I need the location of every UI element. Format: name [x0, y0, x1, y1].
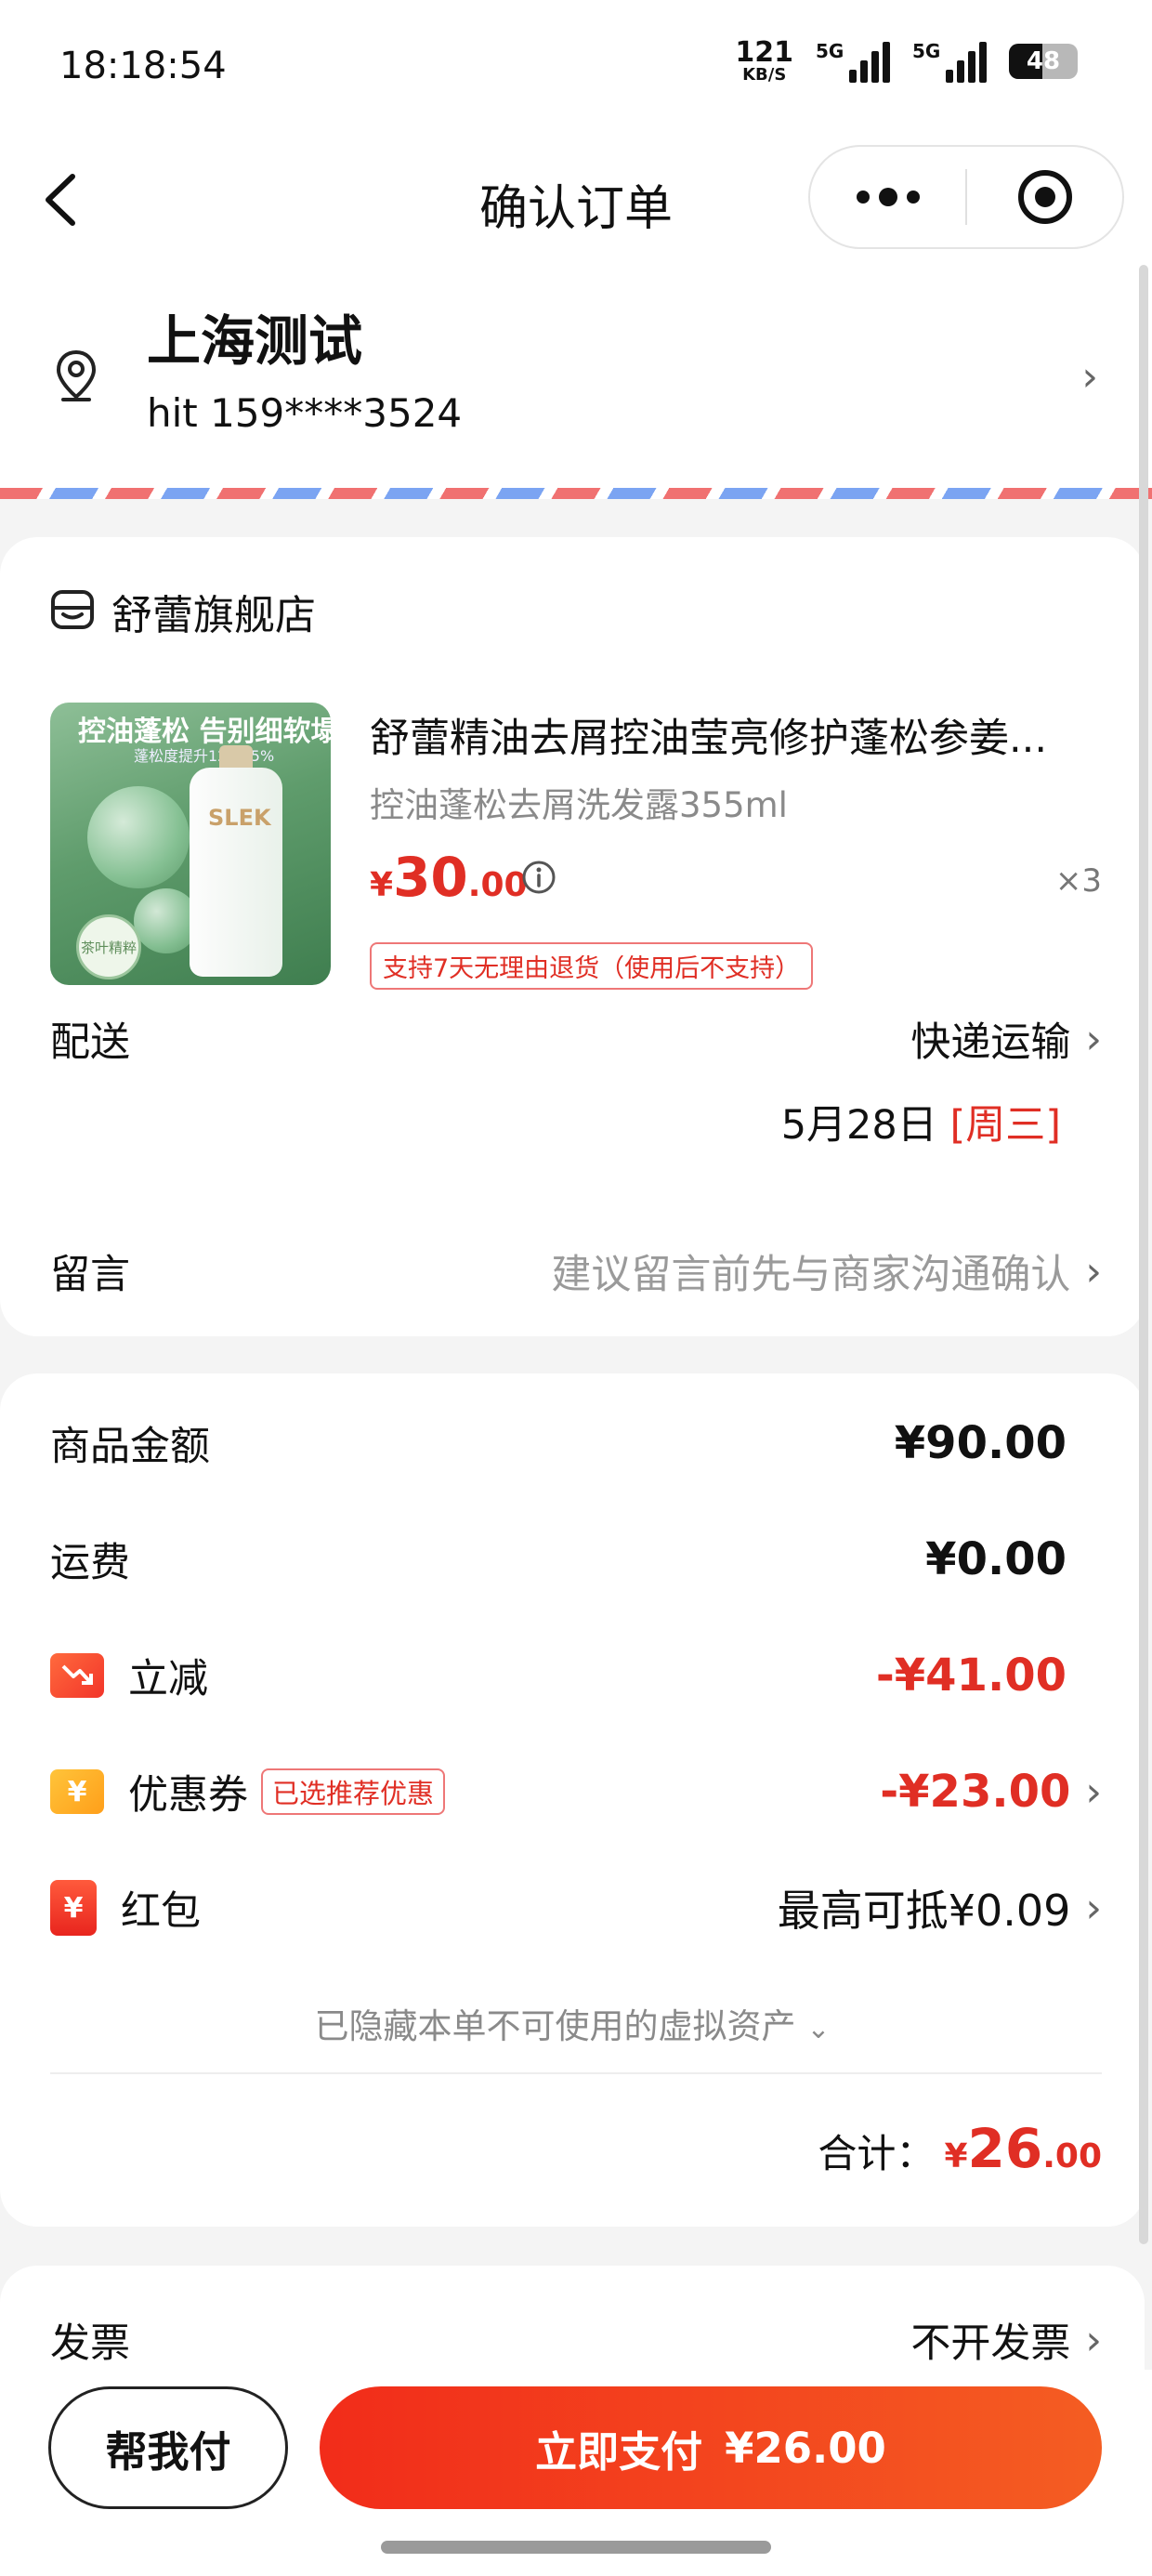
message-label: 留言 — [50, 1252, 130, 1298]
product-image[interactable]: 控油蓬松 告别细软塌 蓬松度提升123.95% SLEK 茶叶精粹 — [50, 703, 331, 985]
price-decimal: .00 — [467, 866, 528, 904]
chevron-right-icon: › — [1085, 1015, 1102, 1063]
chevron-down-icon: ⌄ — [806, 2013, 831, 2045]
product-spec: 控油蓬松去屑洗发露355ml — [370, 785, 788, 825]
image-brand: SLEK — [208, 805, 271, 831]
product-title[interactable]: 舒蕾精油去屑控油莹亮修护蓬松参姜... — [370, 706, 1104, 764]
order-total: 合计： ¥ 26 .00 — [818, 2117, 1102, 2180]
price-row-coupon[interactable]: ¥ 优惠券 已选推荐优惠 -¥23.00 › — [50, 1750, 1102, 1833]
invoice-value: 不开发票 — [910, 2320, 1071, 2367]
message-row[interactable]: 留言 建议留言前先与商家沟通确认 › — [50, 1206, 1102, 1336]
airmail-border — [0, 488, 1152, 499]
pay-now-label: 立即支付 — [535, 2426, 703, 2477]
discount-arrow-icon — [50, 1653, 104, 1698]
product-price: ¥ 30 .00 — [370, 846, 528, 909]
delivery-method: 快递运输 — [910, 1019, 1071, 1066]
red-envelope-label: 红包 — [121, 1888, 201, 1935]
red-envelope-value: 最高可抵¥0.09 — [777, 1886, 1071, 1936]
delivery-label: 配送 — [50, 1019, 130, 1066]
coupon-selected-tag: 已选推荐优惠 — [261, 1768, 446, 1815]
price-row-shipping: 运费 ¥0.00 — [50, 1518, 1102, 1601]
store-order-card: 舒蕾旗舰店 控油蓬松 告别细软塌 蓬松度提升123.95% SLEK 茶叶精粹 … — [0, 537, 1145, 1800]
total-currency: ¥ — [944, 2137, 968, 2175]
price-row-discount: 立减 -¥41.00 — [50, 1634, 1102, 1717]
coupon-value: -¥23.00 — [880, 1766, 1071, 1818]
delivery-date: 5月28日 [周三] — [781, 1093, 1061, 1150]
total-integer: 26 — [967, 2117, 1043, 2180]
signal-tag: 5G — [816, 40, 844, 62]
pay-amount: ¥26.00 — [725, 2423, 886, 2473]
status-icons: 121 KB/S 5G 5G 48 — [735, 39, 1078, 84]
net-speed: 121 KB/S — [735, 39, 793, 84]
store-icon — [50, 589, 95, 634]
price-currency: ¥ — [370, 866, 394, 904]
instant-discount-label: 立减 — [128, 1656, 208, 1702]
shipping-fee-value: ¥0.00 — [925, 1533, 1067, 1585]
status-time: 18:18:54 — [59, 45, 227, 87]
total-label: 合计： — [818, 2131, 936, 2176]
delivery-date-text: 5月28日 — [780, 1102, 937, 1149]
location-pin-icon — [54, 348, 98, 406]
delivery-row[interactable]: 配送 快递运输 › — [50, 974, 1102, 1104]
shipping-fee-label: 运费 — [50, 1540, 130, 1586]
invoice-label: 发票 — [50, 2320, 130, 2367]
more-dots-icon[interactable] — [810, 188, 965, 206]
divider — [50, 2072, 1102, 2074]
recipient-phone: hit 159****3524 — [147, 390, 463, 436]
nav-bar: 确认订单 — [0, 139, 1152, 260]
net-speed-value: 121 — [735, 36, 793, 69]
instant-discount-value: -¥41.00 — [875, 1649, 1067, 1702]
info-icon[interactable] — [520, 859, 557, 900]
price-row-goods: 商品金额 ¥90.00 — [50, 1401, 1102, 1485]
signal-icon: 5G — [912, 40, 987, 83]
product-quantity: ×3 — [1054, 862, 1102, 900]
net-speed-unit: KB/S — [742, 65, 787, 85]
shop-header[interactable]: 舒蕾旗舰店 — [50, 582, 316, 641]
chevron-right-icon: › — [1085, 2316, 1102, 2364]
red-envelope-icon: ¥ — [50, 1880, 97, 1936]
chevron-right-icon: › — [1085, 1884, 1102, 1932]
message-placeholder: 建议留言前先与商家沟通确认 — [551, 1252, 1071, 1298]
recipient-name: 上海测试 — [147, 309, 363, 373]
home-indicator[interactable] — [381, 2541, 771, 2554]
message-field[interactable]: 建议留言前先与商家沟通确认 › — [551, 1242, 1102, 1300]
bottom-action-bar: 帮我付 立即支付 ¥26.00 — [0, 2370, 1152, 2576]
coupon-label: 优惠券 — [128, 1772, 248, 1819]
goods-amount-label: 商品金额 — [50, 1424, 210, 1470]
coupon-yen-icon: ¥ — [50, 1769, 104, 1814]
product-bottle — [190, 768, 282, 977]
pay-now-button[interactable]: 立即支付 ¥26.00 — [320, 2386, 1102, 2509]
goods-amount-value: ¥90.00 — [894, 1417, 1067, 1469]
total-decimal: .00 — [1042, 2137, 1102, 2175]
chevron-right-icon: › — [1081, 353, 1098, 401]
help-pay-button[interactable]: 帮我付 — [48, 2386, 288, 2509]
price-integer: 30 — [393, 846, 468, 909]
chevron-right-icon: › — [1085, 1768, 1102, 1816]
scrollbar[interactable] — [1139, 265, 1148, 2244]
image-badge: 茶叶精粹 — [76, 914, 141, 979]
image-subline: 蓬松度提升123.95% — [134, 747, 275, 765]
image-bubble — [87, 786, 190, 888]
signal-icon: 5G — [816, 40, 890, 83]
hidden-assets-text: 已隐藏本单不可使用的虚拟资产 — [314, 2006, 796, 2046]
chevron-right-icon: › — [1085, 1247, 1102, 1295]
shop-name: 舒蕾旗舰店 — [111, 592, 316, 639]
battery-icon: 48 — [1009, 44, 1078, 79]
status-bar: 18:18:54 121 KB/S 5G 5G 48 — [0, 0, 1152, 139]
price-summary-card: 商品金额 ¥90.00 运费 ¥0.00 立减 -¥41.00 ¥ 优惠券 已选… — [0, 1373, 1145, 2227]
hidden-assets-toggle[interactable]: 已隐藏本单不可使用的虚拟资产 ⌄ — [0, 1998, 1145, 2048]
battery-level: 48 — [1026, 47, 1061, 75]
mini-program-capsule — [808, 145, 1124, 249]
delivery-weekday: [周三] — [949, 1102, 1061, 1149]
signal-tag: 5G — [912, 40, 941, 62]
delivery-value: 快递运输 › — [910, 1010, 1102, 1068]
price-row-red-envelope[interactable]: ¥ 红包 最高可抵¥0.09 › — [50, 1866, 1102, 1950]
target-circle-icon[interactable] — [967, 167, 1122, 227]
shipping-address[interactable]: 上海测试 hit 159****3524 › — [0, 260, 1152, 488]
